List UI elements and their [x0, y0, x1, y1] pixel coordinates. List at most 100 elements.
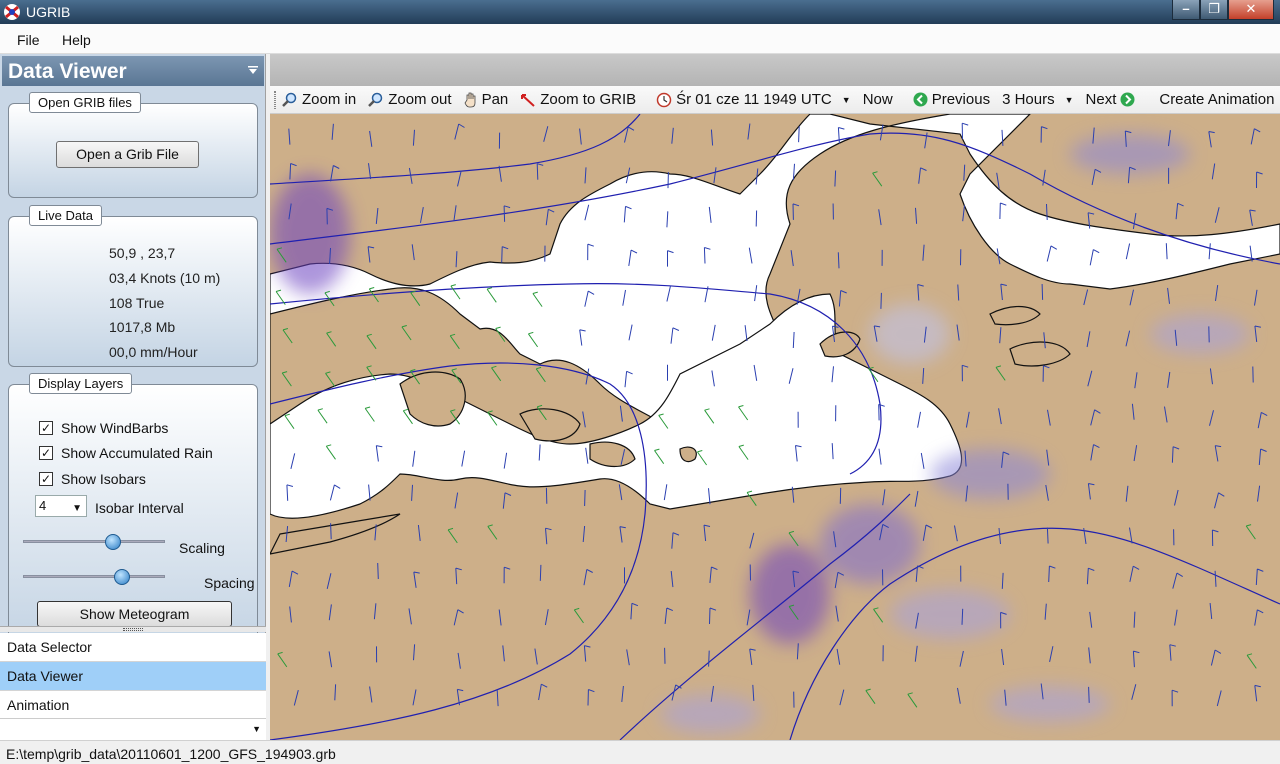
pan-label: Pan [481, 91, 509, 108]
status-file-path: E:\temp\grib_data\20110601_1200_GFS_1949… [6, 746, 336, 762]
rain-checkbox-row[interactable]: ✓ Show Accumulated Rain [39, 444, 213, 462]
menu-help[interactable]: Help [62, 32, 91, 48]
toolbar-grip[interactable] [274, 90, 276, 109]
scaling-slider-track [23, 540, 165, 543]
restore-button[interactable]: ❐ [1200, 0, 1228, 20]
menu-file[interactable]: File [17, 32, 40, 48]
previous-arrow-icon [913, 92, 928, 107]
step-select[interactable]: 3 Hours ▼ [1002, 91, 1073, 108]
now-label: Now [862, 91, 893, 108]
panel-header: Data Viewer [2, 56, 264, 86]
wind-barb [330, 523, 332, 540]
panel-title: Data Viewer [8, 60, 127, 83]
isobars-checkbox[interactable]: ✓ [39, 472, 53, 486]
windbarbs-checkbox[interactable]: ✓ [39, 421, 53, 435]
open-grib-group: Open GRIB files Open a Grib File [8, 92, 258, 198]
spacing-slider[interactable] [23, 566, 165, 586]
zoom-out-button[interactable]: Zoom out [368, 91, 452, 108]
rain-checkbox[interactable]: ✓ [39, 446, 53, 460]
open-grib-file-button[interactable]: Open a Grib File [56, 141, 199, 168]
rain-label: Show Accumulated Rain [61, 445, 213, 461]
map-area: Zoom in Zoom out Pan Zoom to GRIB Śr 01 … [270, 54, 1280, 740]
create-animation-label: Create Animation [1159, 91, 1275, 108]
live-wind-speed: 03,4 Knots (10 m) [109, 270, 221, 286]
window-title: UGRIB [26, 4, 71, 20]
spacing-slider-track [23, 575, 165, 578]
map-top-strip [270, 54, 1280, 86]
live-data-group-label: Live Data [29, 205, 102, 226]
splitter-grip-icon [123, 628, 143, 631]
next-button[interactable]: Next [1086, 91, 1140, 108]
zoom-grib-icon [521, 93, 535, 107]
wind-barb [961, 608, 964, 625]
wind-barb [837, 252, 840, 269]
display-layers-group-label: Display Layers [29, 373, 133, 394]
wind-barb [539, 564, 542, 581]
title-bar: UGRIB – ❐ ✕ [0, 0, 1280, 24]
zoom-out-label: Zoom out [388, 91, 452, 108]
windbarbs-checkbox-row[interactable]: ✓ Show WindBarbs [39, 419, 168, 437]
scaling-slider[interactable] [23, 531, 165, 551]
now-button[interactable]: Now [863, 91, 893, 108]
live-position: 50,9 , 23,7 [109, 245, 176, 261]
wind-barb [584, 489, 586, 507]
spacing-slider-thumb[interactable] [113, 569, 130, 585]
wind-barb [798, 126, 800, 143]
isobars-checkbox-row[interactable]: ✓ Show Isobars [39, 470, 146, 488]
map-toolbar: Zoom in Zoom out Pan Zoom to GRIB Śr 01 … [270, 86, 1280, 114]
zoom-in-button[interactable]: Zoom in [282, 91, 356, 108]
wind-barb [1046, 527, 1049, 544]
zoom-in-label: Zoom in [302, 91, 357, 108]
isobar-interval-value: 4 [39, 498, 47, 513]
windbarbs-label: Show WindBarbs [61, 420, 169, 436]
nav-footer: ▼ [0, 718, 266, 740]
weather-map[interactable] [270, 114, 1280, 740]
previous-label: Previous [931, 91, 991, 108]
open-grib-group-label: Open GRIB files [29, 92, 141, 113]
next-arrow-icon [1120, 92, 1135, 107]
nav-data-selector[interactable]: Data Selector [0, 633, 266, 662]
live-rain: 00,0 mm/Hour [109, 344, 198, 360]
nav-data-viewer[interactable]: Data Viewer [0, 662, 266, 691]
wind-barb [880, 292, 882, 309]
wind-barb [1041, 283, 1044, 300]
zoom-to-grib-button[interactable]: Zoom to GRIB [520, 91, 636, 108]
isobar-interval-select[interactable]: 4 ▼ [35, 495, 87, 517]
status-bar: E:\temp\grib_data\20110601_1200_GFS_1949… [0, 740, 1280, 764]
zoom-out-icon [368, 92, 383, 107]
show-meteogram-button[interactable]: Show Meteogram [37, 601, 232, 627]
pan-button[interactable]: Pan [464, 91, 509, 108]
scaling-label: Scaling [179, 540, 225, 556]
ugrib-logo-icon [4, 4, 20, 20]
time-value: Śr 01 cze 11 1949 UTC [676, 91, 832, 108]
isobar-interval-label: Isobar Interval [95, 500, 184, 516]
display-layers-group: Display Layers ✓ Show WindBarbs ✓ Show A… [8, 373, 258, 644]
chevron-down-icon: ▼ [1064, 94, 1074, 105]
nav-overflow-arrow-icon[interactable]: ▼ [252, 724, 261, 734]
zoom-to-grib-label: Zoom to GRIB [540, 91, 637, 108]
live-pressure: 1017,8 Mb [109, 319, 176, 335]
previous-button[interactable]: Previous [913, 91, 990, 108]
minimize-button[interactable]: – [1172, 0, 1200, 20]
wind-barb [1088, 686, 1090, 703]
wind-barb [1046, 203, 1048, 221]
live-wind-direction: 108 True [109, 295, 165, 311]
window-controls: – ❐ ✕ [1172, 0, 1274, 20]
wind-barb [708, 650, 710, 667]
close-button[interactable]: ✕ [1228, 0, 1274, 20]
pan-hand-icon [464, 92, 475, 107]
live-data-group: Live Data 50,9 , 23,7 03,4 Knots (10 m) … [8, 205, 258, 367]
left-panel: Data Viewer Open GRIB files Open a Grib … [0, 54, 266, 740]
isobars-label: Show Isobars [61, 471, 146, 487]
panel-menu-arrow-icon[interactable] [248, 65, 258, 75]
scaling-slider-thumb[interactable] [104, 534, 121, 550]
nav-animation[interactable]: Animation [0, 691, 266, 720]
wind-barb [377, 562, 379, 580]
time-select[interactable]: Śr 01 cze 11 1949 UTC ▼ [656, 91, 851, 108]
wind-barb [834, 170, 837, 187]
spacing-label: Spacing [204, 575, 255, 591]
create-animation-button[interactable]: Create Animation [1159, 91, 1274, 108]
panel-splitter[interactable] [0, 626, 266, 632]
clock-icon [656, 92, 672, 107]
chevron-down-icon: ▼ [72, 503, 82, 514]
